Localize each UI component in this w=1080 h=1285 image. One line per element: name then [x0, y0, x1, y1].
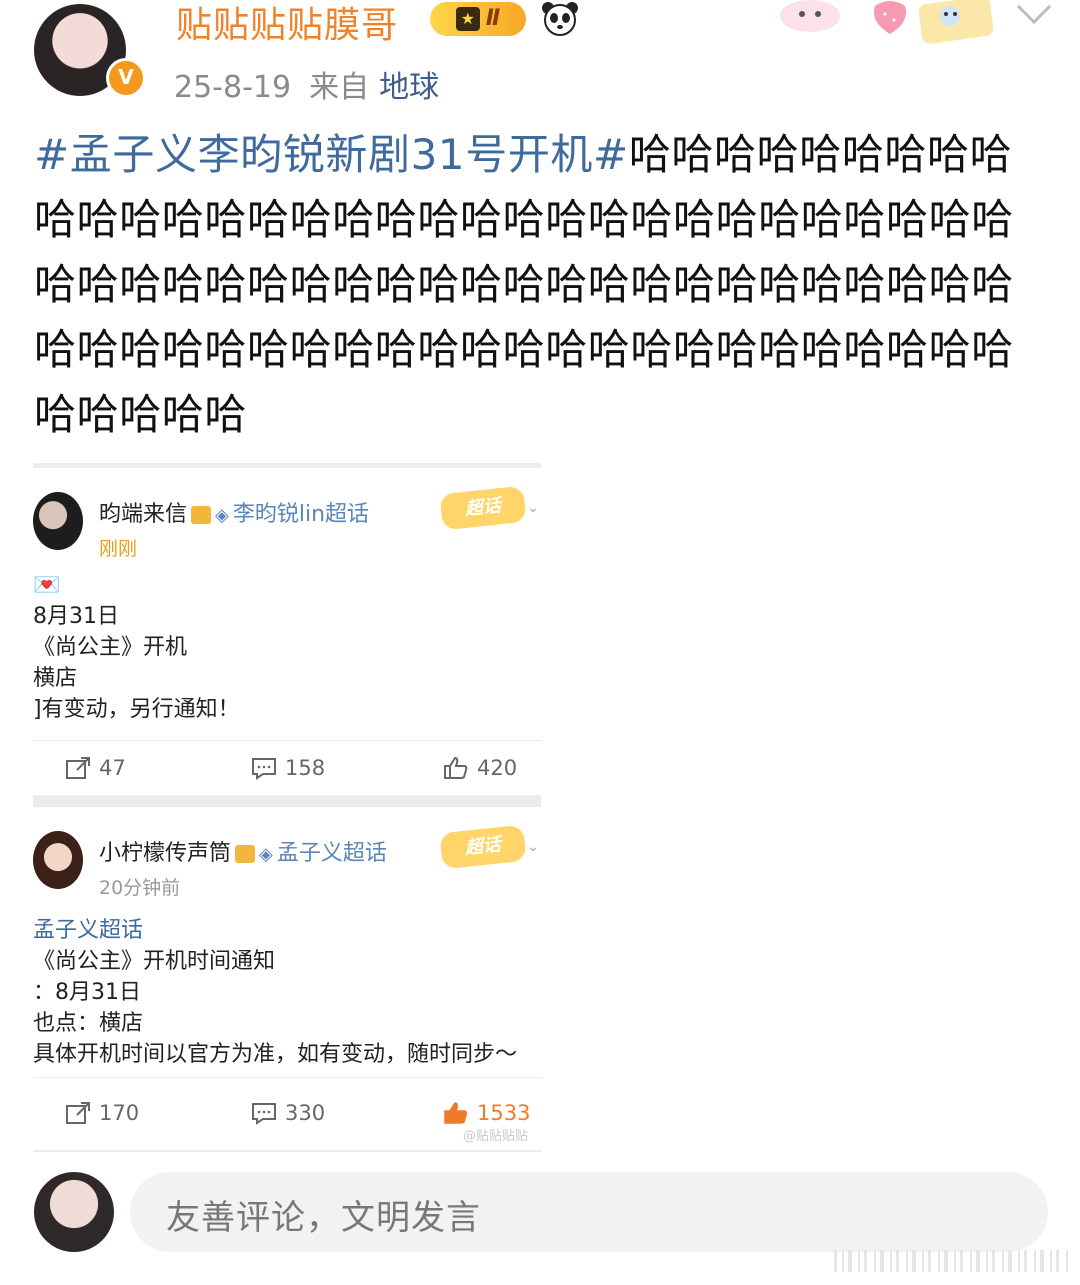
- card-line: 孟子义超话: [33, 918, 144, 943]
- verified-icon: V: [106, 58, 146, 98]
- embedded-post-card: 小柠檬传声筒 ◈ 孟子义超话 20分钟前 超话 ⌄ 孟子义超话 《尚公主》开机时间通知…: [33, 795, 541, 1152]
- card-line: 《尚公主》开机: [33, 635, 188, 660]
- diamond-icon: ◈: [215, 505, 229, 526]
- crown-icon: [235, 845, 256, 863]
- card-author-name: 小柠檬传声筒: [99, 841, 232, 866]
- comment-placeholder: 友善评论，文明发言: [166, 1198, 481, 1238]
- card-header: 小柠檬传声筒 ◈ 孟子义超话: [99, 835, 387, 867]
- card-line: 横店: [33, 666, 78, 691]
- post-meta: 25-8-19 来自 地球: [174, 62, 439, 106]
- card-avatar: [33, 492, 83, 550]
- card-header: 昀端来信 ◈ 李昀锐lin超话: [99, 496, 369, 528]
- decor-stickers-icon: [780, 0, 994, 44]
- post-date: 25-8-19: [174, 70, 292, 105]
- card-time: 20分钟前: [99, 877, 181, 899]
- comment-input[interactable]: 友善评论，文明发言: [130, 1172, 1048, 1252]
- card-likes: 1533: [443, 1101, 530, 1125]
- card-line: 具体开机时间以官方为准，如有变动，随时同步～: [33, 1042, 518, 1067]
- card-repost-count: 47: [99, 756, 126, 780]
- card-likes: 420: [443, 756, 517, 780]
- card-line: 《尚公主》开机时间通知: [33, 949, 276, 974]
- card-repost-count: 170: [99, 1101, 140, 1125]
- user-avatar[interactable]: [34, 1172, 114, 1252]
- card-author-name: 昀端来信: [99, 502, 188, 527]
- card-line: ]有变动，另行通知！: [33, 697, 240, 722]
- card-like-count: 420: [477, 756, 518, 780]
- chevron-down-icon[interactable]: [1014, 2, 1054, 26]
- card-comments: 158: [251, 756, 325, 780]
- card-repost: 47: [65, 756, 126, 780]
- card-body: 💌 8月31日《尚公主》开机 横店 ]有变动，另行通知！: [33, 570, 541, 725]
- repost-icon: [66, 1102, 90, 1124]
- card-topic: 孟子义超话: [276, 841, 387, 866]
- thumbs-up-icon: [444, 756, 468, 779]
- chevron-down-icon: ⌄: [527, 839, 539, 855]
- card-comment-count: 158: [285, 756, 326, 780]
- diamond-icon: ◈: [259, 844, 273, 865]
- repost-icon: [66, 757, 90, 779]
- post-source-prefix: 来自: [309, 70, 370, 105]
- author-name[interactable]: 贴贴贴贴膜哥: [176, 0, 398, 48]
- comment-icon: [252, 1103, 276, 1125]
- divider: [33, 740, 541, 741]
- comment-icon: [252, 758, 276, 780]
- post-location[interactable]: 地球: [379, 70, 439, 105]
- card-body: 孟子义超话《尚公主》开机时间通知 ：8月31日 也点：横店具体开机时间以官方为准，如…: [33, 915, 541, 1070]
- card-comments: 330: [251, 1101, 325, 1125]
- divider: [33, 1077, 541, 1078]
- card-comment-count: 330: [285, 1101, 326, 1125]
- card-time: 刚刚: [99, 538, 138, 560]
- card-line: 💌: [33, 573, 61, 598]
- card-avatar: [33, 831, 83, 889]
- post-content: #孟子义李昀锐新剧31号开机#哈哈哈哈哈哈哈哈哈哈哈哈哈哈哈哈哈哈哈哈哈哈哈哈哈…: [34, 122, 1050, 447]
- crown-icon: ★: [455, 7, 480, 31]
- chevron-down-icon: ⌄: [527, 500, 539, 516]
- level-badge[interactable]: ★ Ⅱ: [430, 2, 526, 36]
- supertopic-badge: 超话: [439, 824, 527, 870]
- card-watermark: @贴贴贴贴: [463, 1129, 529, 1144]
- card-topic: 李昀锐lin超话: [232, 502, 370, 527]
- card-line: 8月31日: [33, 604, 119, 629]
- card-repost: 170: [65, 1101, 139, 1125]
- crown-icon: [191, 506, 212, 524]
- thumbs-up-icon: [444, 1102, 468, 1124]
- card-line: ：8月31日: [33, 980, 141, 1005]
- panda-icon: [542, 2, 578, 36]
- embedded-post-card: 昀端来信 ◈ 李昀锐lin超话 刚刚 超话 ⌄ 💌 8月31日《尚公主》开机 横店 ]有变…: [33, 463, 541, 800]
- level-badge-text: Ⅱ: [485, 6, 501, 31]
- supertopic-badge: 超话: [439, 485, 527, 531]
- card-line: 也点：横店: [33, 1011, 144, 1036]
- card-like-count: 1533: [477, 1101, 531, 1125]
- post-topic-link[interactable]: #孟子义李昀锐新剧31号开机#: [34, 130, 629, 179]
- barcode-watermark-icon: [834, 1250, 1068, 1272]
